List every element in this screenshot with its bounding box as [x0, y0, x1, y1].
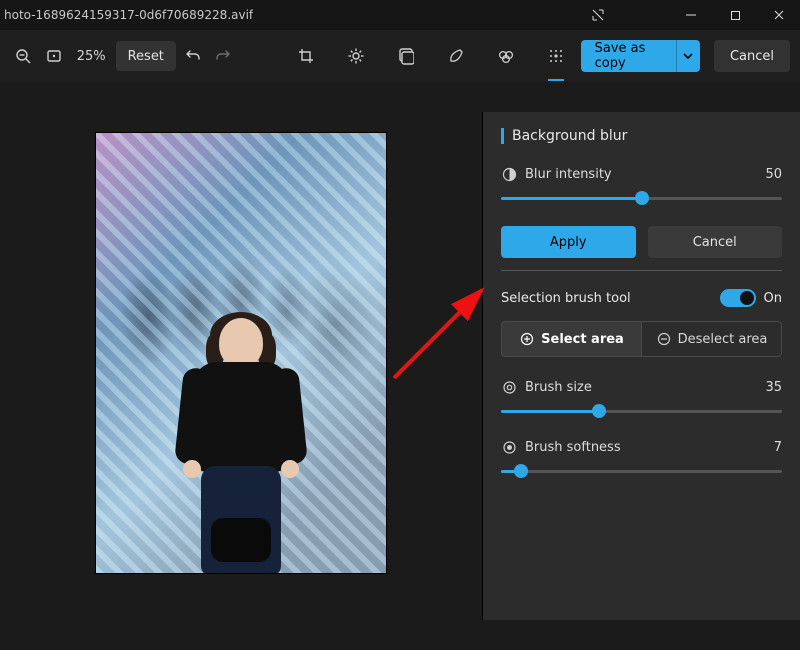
zoom-out-icon[interactable] — [10, 40, 36, 72]
deselect-minus-icon — [656, 331, 672, 347]
select-area-option[interactable]: Select area — [502, 322, 641, 356]
save-split-button: Save as copy — [581, 40, 700, 72]
blur-intensity-icon — [501, 166, 517, 182]
panel-accent-bar — [501, 128, 504, 144]
titlebar-controls — [578, 0, 800, 30]
background-blur-panel: Background blur Blur intensity 50 Apply … — [482, 112, 800, 620]
blur-intensity-slider[interactable] — [501, 188, 782, 208]
toolbar: 25% Reset Save as copy Cancel — [0, 30, 800, 82]
canvas-area[interactable] — [0, 82, 482, 650]
close-button[interactable] — [758, 0, 800, 30]
cancel-edit-button[interactable]: Cancel — [714, 40, 790, 72]
deselect-area-option[interactable]: Deselect area — [641, 322, 781, 356]
selection-brush-row: Selection brush tool On — [501, 289, 782, 307]
brush-softness-value: 7 — [774, 440, 782, 455]
deselect-area-label: Deselect area — [678, 332, 768, 347]
brush-size-slider[interactable] — [501, 401, 782, 421]
brush-softness-label: Brush softness — [525, 440, 621, 455]
blur-intensity-row: Blur intensity 50 — [501, 166, 782, 182]
brush-softness-slider[interactable] — [501, 461, 782, 481]
select-area-label: Select area — [541, 332, 624, 347]
apply-cancel-row: Apply Cancel — [501, 226, 782, 258]
markup-icon[interactable] — [439, 40, 473, 72]
brush-size-value: 35 — [765, 380, 782, 395]
editor-body: Background blur Blur intensity 50 Apply … — [0, 82, 800, 650]
apply-button[interactable]: Apply — [501, 226, 636, 258]
adjust-icon[interactable] — [339, 40, 373, 72]
brush-size-icon — [501, 379, 517, 395]
zoom-percent[interactable]: 25% — [71, 49, 112, 64]
reset-button[interactable]: Reset — [116, 41, 176, 71]
brush-softness-icon — [501, 439, 517, 455]
brush-size-row: Brush size 35 — [501, 379, 782, 395]
edit-tools — [289, 40, 573, 72]
select-plus-icon — [519, 331, 535, 347]
save-dropdown-button[interactable] — [676, 40, 700, 72]
brush-softness-row: Brush softness 7 — [501, 439, 782, 455]
panel-cancel-button[interactable]: Cancel — [648, 226, 783, 258]
fit-window-icon[interactable] — [40, 40, 66, 72]
selection-brush-toggle[interactable] — [720, 289, 756, 307]
selection-brush-label: Selection brush tool — [501, 291, 631, 306]
crop-icon[interactable] — [289, 40, 323, 72]
undo-icon[interactable] — [180, 40, 206, 72]
maximize-button[interactable] — [714, 0, 756, 30]
toggle-state-label: On — [764, 291, 782, 306]
background-blur-icon[interactable] — [539, 40, 573, 72]
redo-icon[interactable] — [210, 40, 236, 72]
save-as-copy-button[interactable]: Save as copy — [581, 40, 676, 72]
filter-icon[interactable] — [389, 40, 423, 72]
blur-intensity-value: 50 — [765, 167, 782, 182]
minimize-button[interactable] — [670, 0, 712, 30]
window-title: hoto-1689624159317-0d6f70689228.avif — [4, 8, 253, 22]
panel-title-row: Background blur — [501, 128, 782, 144]
panel-divider — [501, 270, 782, 271]
brush-size-label: Brush size — [525, 380, 592, 395]
annotation-arrow — [388, 278, 498, 388]
photo-preview — [95, 132, 387, 574]
select-mode-segmented: Select area Deselect area — [501, 321, 782, 357]
titlebar: hoto-1689624159317-0d6f70689228.avif — [0, 0, 800, 30]
blur-intensity-label: Blur intensity — [525, 167, 612, 182]
erase-icon[interactable] — [489, 40, 523, 72]
expand-diagonal-icon[interactable] — [578, 0, 618, 30]
panel-title: Background blur — [512, 128, 627, 144]
